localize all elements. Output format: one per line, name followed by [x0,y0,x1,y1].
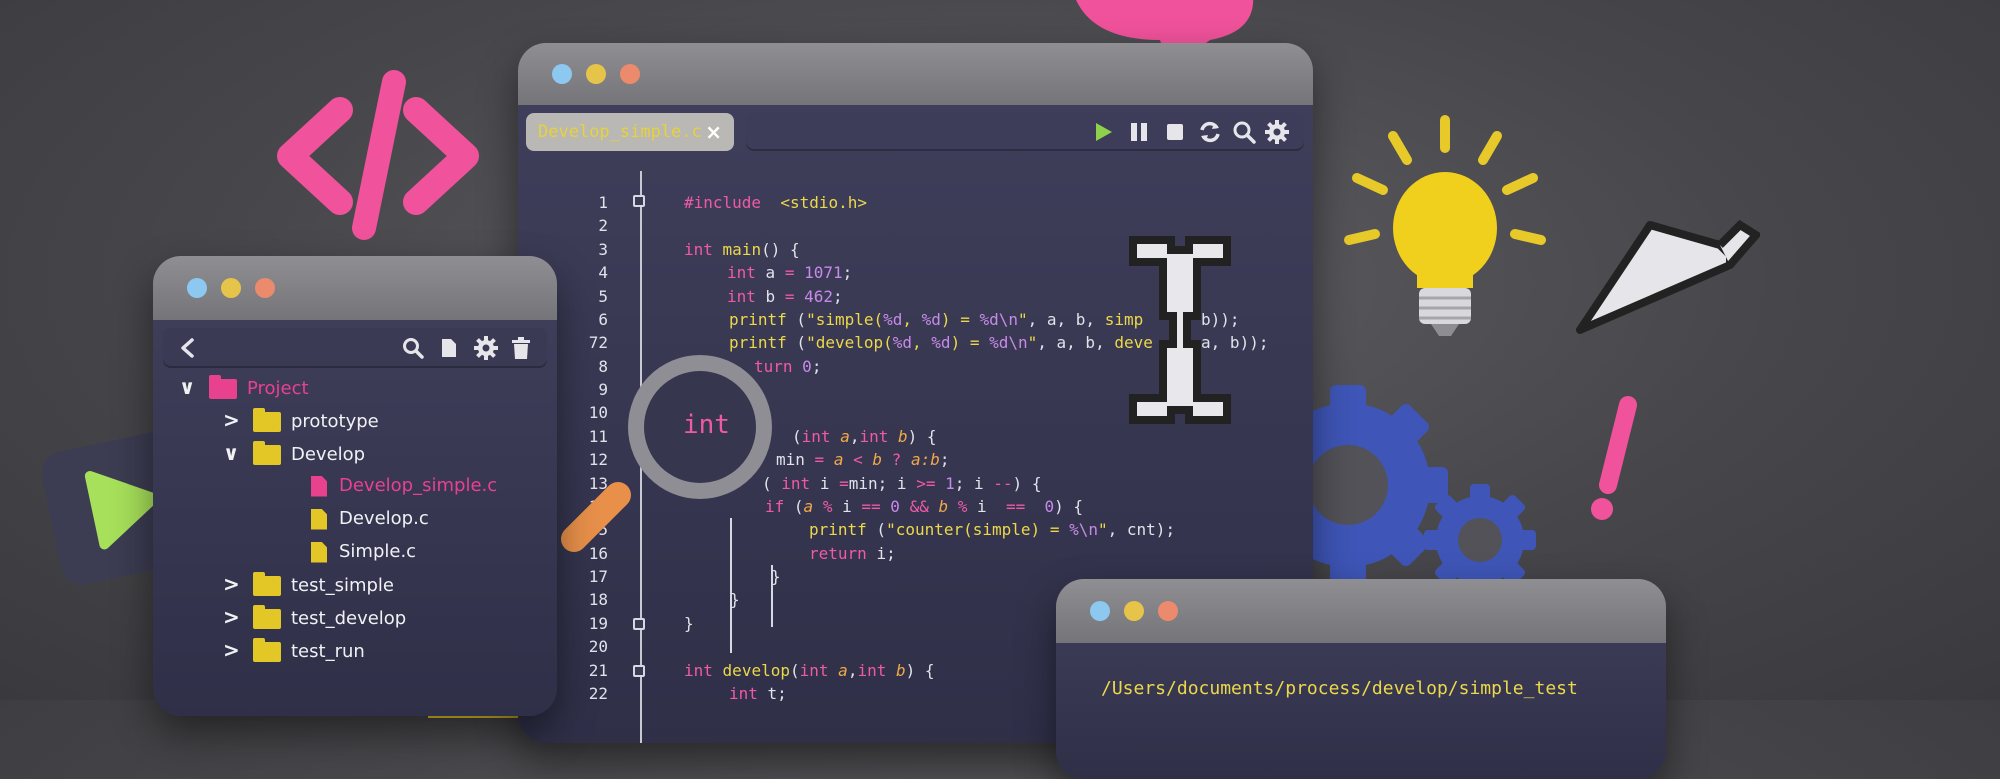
tree-item-test-run[interactable]: > test_run [223,637,365,663]
project-explorer-window: ∨ Project > prototype ∨ Develop Develop_simple… [153,256,557,716]
code-line: (int a,int b) { [792,427,937,446]
window-maximize-dot[interactable] [1158,601,1178,621]
tree-item-label: Develop [291,444,366,465]
folder-icon [253,408,281,432]
folder-icon [253,572,281,596]
exclamation-icon [1591,396,1637,520]
tree-item-prototype[interactable]: > prototype [223,407,379,433]
code-line: } [730,590,740,609]
project-toolbar [163,328,547,368]
chevron-right-icon[interactable]: > [223,571,253,597]
code-line: #include <stdio.h> [684,193,868,212]
window-close-dot[interactable] [1090,601,1110,621]
window-minimize-dot[interactable] [221,278,241,298]
terminal-titlebar [1056,579,1666,643]
code-line: int develop(int a,int b) { [684,661,935,680]
tree-item-simple-c[interactable]: Simple.c [311,539,416,565]
tree-item-label: Develop_simple.c [339,475,498,496]
editor-titlebar [518,43,1313,105]
chevron-right-icon[interactable]: > [223,407,253,433]
chevron-right-icon[interactable]: > [223,637,253,663]
tree-item-test-develop[interactable]: > test_develop [223,604,406,630]
tab-label: Develop_simple.c [538,122,702,142]
play-icon[interactable] [1090,119,1116,145]
tab-close-icon[interactable]: × [705,113,722,151]
pause-icon[interactable] [1126,119,1152,145]
file-icon [311,508,327,530]
trash-icon[interactable] [509,335,533,361]
window-close-dot[interactable] [552,64,572,84]
window-close-dot[interactable] [187,278,207,298]
code-line: int t; [729,684,787,703]
code-line: int a = 1071; [727,263,853,282]
fold-marker[interactable] [633,665,645,677]
tree-item-test-simple[interactable]: > test_simple [223,571,394,597]
cursor-arrow-icon [1576,219,1760,334]
code-line: if (a % i == 0 && b % i == 0) { [765,497,1084,516]
tree-item-label: test_run [291,641,365,662]
project-titlebar [153,256,557,320]
tree-item-label: test_develop [291,608,407,629]
tree-item-develop-simple-c[interactable]: Develop_simple.c [311,473,497,499]
tab-develop-simple[interactable]: Develop_simple.c × [526,113,734,151]
text-cursor-ibeam-icon [1129,236,1231,424]
window-minimize-dot[interactable] [1124,601,1144,621]
chevron-down-icon[interactable]: ∨ [179,374,209,400]
magnifier-icon [561,355,772,552]
stop-icon[interactable] [1162,119,1188,145]
tree-item-label: Develop.c [339,508,429,529]
tree-item-label: Simple.c [339,541,417,562]
line-number: 2 [598,216,608,235]
window-maximize-dot[interactable] [620,64,640,84]
lightbulb-icon [1344,115,1546,336]
back-icon[interactable] [177,337,199,359]
gear-icon[interactable] [1264,119,1290,145]
chevron-right-icon[interactable]: > [223,604,253,630]
file-icon [311,541,327,563]
tree-item-develop[interactable]: ∨ Develop [223,440,365,466]
magnifier-text: int [683,410,730,440]
code-line: int b = 462; [727,287,843,306]
refresh-icon[interactable] [1197,119,1223,145]
folder-icon [209,375,237,399]
code-brackets-icon [277,70,479,240]
code-line: int main() { [684,240,800,259]
code-line: return i; [809,544,896,563]
gear-icon[interactable] [473,335,499,361]
code-line: } [684,614,694,633]
terminal-path: /Users/documents/process/develop/simple_… [1101,678,1578,699]
search-icon[interactable] [1231,119,1257,145]
folder-icon [253,638,281,662]
line-number: 1 [598,193,608,212]
file-icon [311,475,327,497]
folder-icon [253,441,281,465]
folder-icon [253,605,281,629]
fold-marker[interactable] [633,195,645,207]
search-icon[interactable] [401,336,425,360]
window-minimize-dot[interactable] [586,64,606,84]
code-line: min = a < b ? a:b; [776,450,950,469]
tree-item-label: Project [247,378,309,399]
tree-item-label: prototype [291,411,379,432]
tree-item-project[interactable]: ∨ Project [179,374,309,400]
tree-item-develop-c[interactable]: Develop.c [311,506,429,532]
window-maximize-dot[interactable] [255,278,275,298]
terminal-window: /Users/documents/process/develop/simple_… [1056,579,1666,779]
code-line: printf ("counter(simple) = %\n", cnt); [809,520,1176,539]
code-line: ( int i =min; i >= 1; i --) { [762,474,1042,493]
chevron-down-icon[interactable]: ∨ [223,440,253,466]
tree-item-label: test_simple [291,575,394,596]
new-file-icon[interactable] [437,336,459,360]
editor-toolbar [746,113,1304,151]
fold-marker[interactable] [633,618,645,630]
